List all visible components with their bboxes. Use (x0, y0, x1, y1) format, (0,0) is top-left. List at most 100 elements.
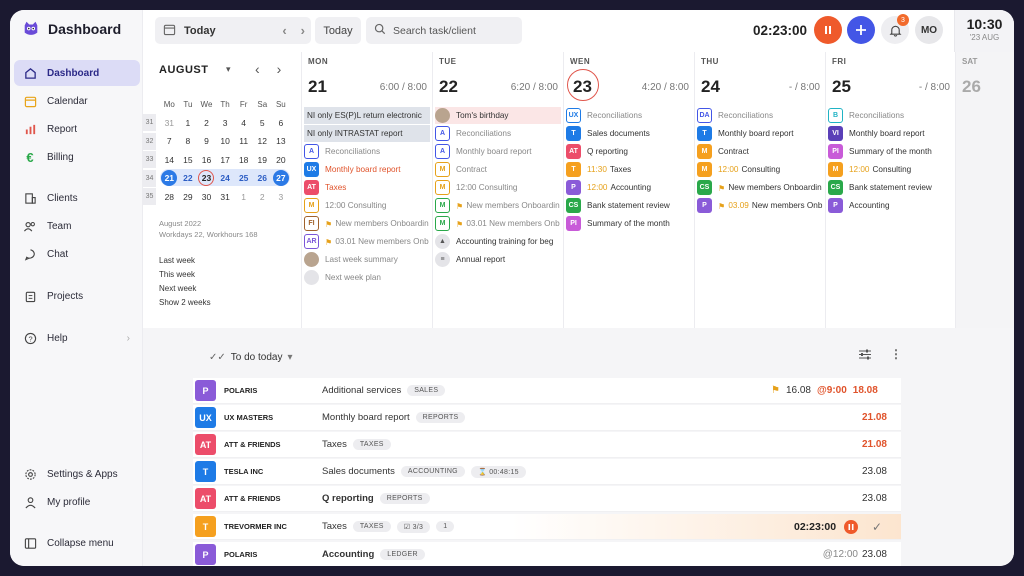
calendar-day[interactable]: 6 (272, 118, 291, 128)
calendar-day[interactable]: 5 (253, 118, 272, 128)
calendar-day-selected[interactable]: 21 (160, 170, 179, 187)
nav-team[interactable]: Team (14, 213, 140, 239)
calendar-event[interactable]: NI only ES(P)L return electronic (304, 107, 430, 124)
calendar-event[interactable]: T 11:30 Taxes (566, 161, 692, 178)
todo-row[interactable]: AT ATT & FRIENDS Taxes TAXES 21.08 (193, 432, 901, 458)
calendar-event[interactable]: A Monthly board report (435, 143, 561, 160)
calendar-day[interactable]: 8 (179, 136, 198, 146)
calendar-event[interactable]: M 12:00 Consulting (697, 161, 823, 178)
calendar-event[interactable]: A Reconciliations (304, 143, 430, 160)
calendar-day[interactable]: 3 (216, 118, 235, 128)
nav-settings[interactable]: Settings & Apps (14, 461, 140, 487)
calendar-event[interactable]: T Sales documents (566, 125, 692, 142)
pause-task-button[interactable] (844, 519, 858, 534)
more-options-icon[interactable]: ⋮ (890, 348, 902, 366)
calendar-event[interactable]: T Monthly board report (697, 125, 823, 142)
calendar-event[interactable]: AT Q reporting (566, 143, 692, 160)
calendar-event[interactable]: CS Bank statement review (828, 179, 953, 196)
todo-row[interactable]: T TESLA INC Sales documents ACCOUNTING ⌛ 0… (193, 459, 901, 485)
calendar-event[interactable]: ≡ Annual report (435, 251, 561, 268)
calendar-event[interactable]: AT Taxes (304, 179, 430, 196)
calendar-day[interactable]: 28 (160, 192, 179, 202)
todo-row-active[interactable]: T TREVORMER INC Taxes TAXES ☑ 3/3 1 02:23:0… (193, 514, 901, 540)
calendar-event[interactable]: Tom's birthday (435, 107, 561, 124)
calendar-event[interactable]: M 12:00 Consulting (304, 197, 430, 214)
calendar-event[interactable]: P Accounting (828, 197, 953, 214)
calendar-day[interactable]: 1 (179, 118, 198, 128)
nav-calendar[interactable]: Calendar (14, 88, 140, 114)
last-week-link[interactable]: Last week (159, 256, 195, 265)
next-month-icon[interactable]: › (277, 61, 282, 77)
calendar-day[interactable]: 18 (234, 155, 253, 165)
nav-report[interactable]: Report (14, 116, 140, 142)
calendar-event[interactable]: NI only INTRASTAT report (304, 125, 430, 142)
calendar-day[interactable]: 10 (216, 136, 235, 146)
calendar-event[interactable]: ▲ Accounting training for beg (435, 233, 561, 250)
calendar-event[interactable]: M 12:00 Consulting (435, 179, 561, 196)
today-button[interactable]: Today (315, 17, 361, 44)
chevron-down-icon[interactable]: ▾ (226, 64, 231, 75)
calendar-day[interactable]: 3 (272, 192, 291, 202)
calendar-day[interactable]: 16 (197, 155, 216, 165)
nav-chat[interactable]: Chat (14, 241, 140, 267)
user-avatar[interactable]: MO (915, 16, 943, 44)
calendar-event[interactable]: A Reconciliations (435, 125, 561, 142)
calendar-day-selected[interactable]: 27 (272, 170, 291, 187)
calendar-day[interactable]: 14 (160, 155, 179, 165)
calendar-event[interactable]: M ⚑ 03.01 New members Onb (435, 215, 561, 232)
calendar-event[interactable]: DA Reconciliations (697, 107, 823, 124)
calendar-event[interactable]: B Reconciliations (828, 107, 953, 124)
next-arrow-icon[interactable]: › (301, 23, 305, 38)
calendar-event[interactable]: FI ⚑ New members Onboardin (304, 215, 430, 232)
calendar-day[interactable]: 1 (234, 192, 253, 202)
calendar-event[interactable]: M Contract (435, 161, 561, 178)
nav-collapse[interactable]: Collapse menu (14, 530, 140, 556)
date-selector[interactable]: Today ‹ › (155, 17, 311, 44)
calendar-event[interactable]: P ⚑ 03.09 New members Onb (697, 197, 823, 214)
calendar-day[interactable]: 19 (253, 155, 272, 165)
calendar-day-today[interactable]: 23 (197, 170, 216, 187)
calendar-day[interactable]: 12 (253, 136, 272, 146)
calendar-event[interactable]: M 12:00 Consulting (828, 161, 953, 178)
calendar-event[interactable]: CS Bank statement review (566, 197, 692, 214)
nav-profile[interactable]: My profile (14, 489, 140, 515)
calendar-day[interactable]: 24 (216, 173, 235, 183)
calendar-event[interactable]: PI Summary of the month (828, 143, 953, 160)
next-week-link[interactable]: Next week (159, 284, 196, 293)
calendar-day[interactable]: 2 (253, 192, 272, 202)
calendar-event[interactable]: PI Summary of the month (566, 215, 692, 232)
calendar-day[interactable]: 7 (160, 136, 179, 146)
calendar-event[interactable]: UX Reconciliations (566, 107, 692, 124)
prev-month-icon[interactable]: ‹ (255, 61, 260, 77)
calendar-day[interactable]: 13 (272, 136, 291, 146)
calendar-event[interactable]: Next week plan (304, 269, 430, 286)
calendar-day[interactable]: 11 (234, 136, 253, 146)
prev-arrow-icon[interactable]: ‹ (282, 23, 286, 38)
add-button[interactable] (847, 16, 875, 44)
calendar-day[interactable]: 4 (234, 118, 253, 128)
calendar-day[interactable]: 29 (179, 192, 198, 202)
nav-dashboard[interactable]: Dashboard (14, 60, 140, 86)
calendar-event[interactable]: VI Monthly board report (828, 125, 953, 142)
todo-row[interactable]: UX UX MASTERS Monthly board report REPORT… (193, 405, 901, 431)
calendar-day[interactable]: 17 (216, 155, 235, 165)
todo-row[interactable]: AT ATT & FRIENDS Q reporting REPORTS 23.0… (193, 486, 901, 512)
nav-projects[interactable]: Projects (14, 283, 140, 309)
todo-filter[interactable]: ✓✓ To do today ▾ (209, 352, 293, 363)
calendar-day[interactable]: 2 (197, 118, 216, 128)
todo-row[interactable]: P POLARIS Additional services SALES ⚑ 16.… (193, 378, 901, 404)
calendar-day[interactable]: 15 (179, 155, 198, 165)
calendar-day[interactable]: 9 (197, 136, 216, 146)
nav-billing[interactable]: € Billing (14, 144, 140, 170)
calendar-day[interactable]: 25 (234, 173, 253, 183)
calendar-day[interactable]: 22 (179, 173, 198, 183)
nav-help[interactable]: ? Help › (14, 325, 140, 351)
todo-row[interactable]: P POLARIS Accounting LEDGER @12:00 23.08 (193, 542, 901, 566)
this-week-link[interactable]: This week (159, 270, 195, 279)
calendar-day[interactable]: 31 (160, 118, 179, 128)
calendar-event[interactable]: M Contract (697, 143, 823, 160)
complete-check-icon[interactable]: ✓ (872, 520, 882, 534)
show-2-weeks-link[interactable]: Show 2 weeks (159, 298, 211, 307)
pause-timer-button[interactable] (814, 16, 842, 44)
calendar-event[interactable]: CS ⚑ New members Onboardin (697, 179, 823, 196)
